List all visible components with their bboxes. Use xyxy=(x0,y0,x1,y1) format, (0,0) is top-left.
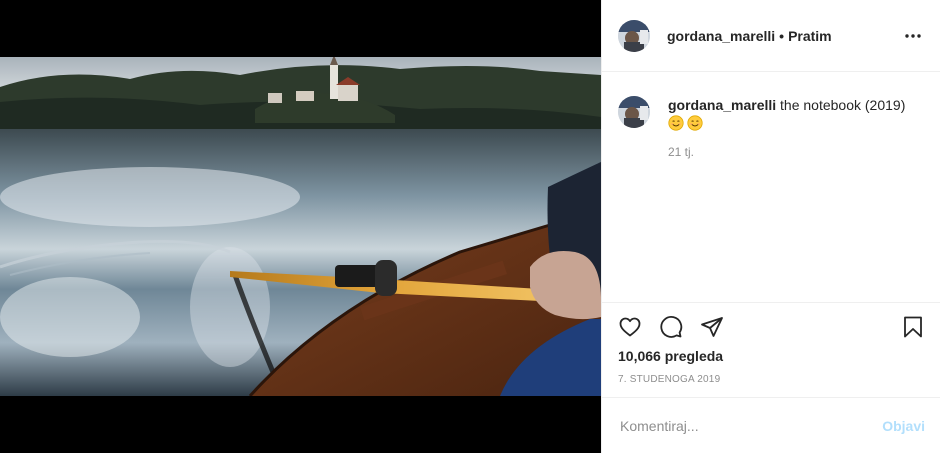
caption-text: the notebook (2019) xyxy=(780,97,906,113)
caption-avatar[interactable] xyxy=(618,96,650,128)
bookmark-icon[interactable] xyxy=(901,315,925,339)
video-player[interactable] xyxy=(0,57,601,396)
video-frame-image xyxy=(0,57,601,396)
more-options-icon[interactable] xyxy=(901,24,925,48)
smiling-face-emoji xyxy=(668,115,684,131)
caption-username[interactable]: gordana_marelli xyxy=(668,97,776,113)
post-actions-bar xyxy=(602,302,940,351)
post-header: gordana_marelli • Pratim xyxy=(602,0,940,72)
comment-icon[interactable] xyxy=(659,315,683,339)
post-caption: gordana_marelli the notebook (2019) 21 t… xyxy=(618,96,928,159)
paper-plane-icon[interactable] xyxy=(700,315,724,339)
comment-input[interactable] xyxy=(618,416,883,435)
view-count[interactable]: 10,066 pregleda xyxy=(618,348,723,364)
instagram-post-modal: gordana_marelli • Pratim gordana_marelli… xyxy=(0,0,940,453)
heart-icon[interactable] xyxy=(618,315,642,339)
comment-bar: Objavi xyxy=(602,397,940,453)
post-sidebar: gordana_marelli • Pratim gordana_marelli… xyxy=(601,0,940,453)
following-button[interactable]: Pratim xyxy=(788,28,832,44)
avatar-image xyxy=(618,19,650,52)
avatar[interactable] xyxy=(618,19,650,52)
post-author-username[interactable]: gordana_marelli xyxy=(667,28,775,44)
separator-dot: • xyxy=(779,27,785,44)
caption-body: gordana_marelli the notebook (2019) xyxy=(668,96,905,132)
post-comment-button[interactable]: Objavi xyxy=(882,418,925,434)
caption-timestamp[interactable]: 21 tj. xyxy=(668,145,694,159)
avatar-image xyxy=(618,96,650,128)
smiling-face-emoji xyxy=(687,115,703,131)
media-area xyxy=(0,0,601,453)
post-date[interactable]: 7. STUDENOGA 2019 xyxy=(618,374,720,385)
